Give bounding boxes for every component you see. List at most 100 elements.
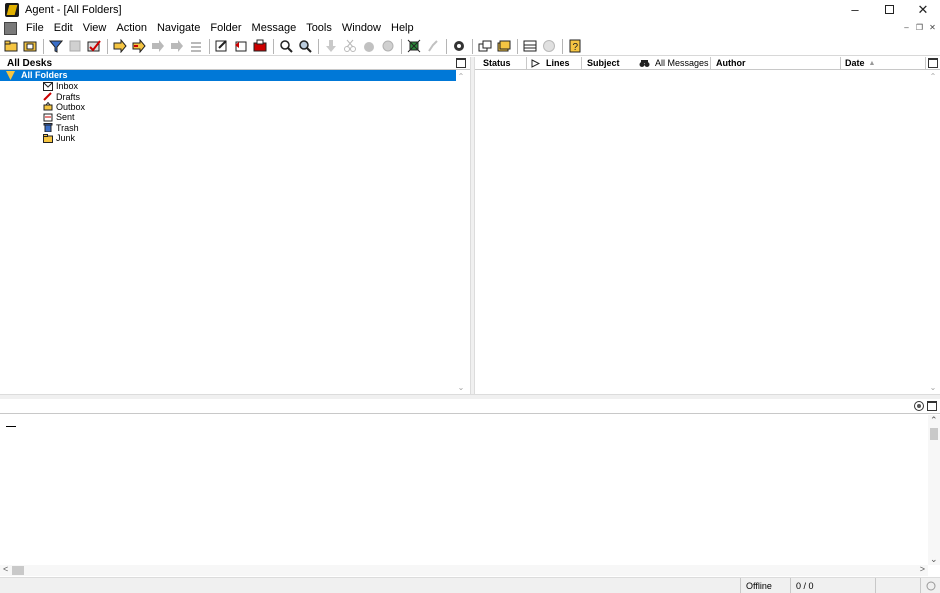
search-button[interactable]: [277, 38, 295, 55]
mdi-close-icon[interactable]: ✕: [927, 22, 938, 33]
filter-button[interactable]: [47, 38, 65, 55]
book-button[interactable]: [66, 38, 84, 55]
menu-window[interactable]: Window: [337, 22, 386, 34]
toolbar-separator: [562, 38, 563, 54]
sort-ascending-icon: ▲: [868, 59, 876, 67]
scrollbar-thumb[interactable]: [930, 428, 938, 440]
menu-message[interactable]: Message: [247, 22, 302, 34]
watch-button[interactable]: [360, 38, 378, 55]
skip-button[interactable]: [187, 38, 205, 55]
desk-button[interactable]: [21, 38, 39, 55]
tree-root-all-folders[interactable]: All Folders: [0, 70, 456, 81]
column-author[interactable]: Author: [711, 57, 841, 69]
ignore-button[interactable]: [379, 38, 397, 55]
maximize-icon: [884, 5, 894, 14]
options-circle-icon[interactable]: [914, 401, 924, 411]
column-lines[interactable]: Lines: [527, 57, 582, 69]
menu-file[interactable]: File: [21, 22, 49, 34]
column-date[interactable]: Date ▲: [841, 57, 926, 69]
globe-button[interactable]: [540, 38, 558, 55]
menu-help[interactable]: Help: [386, 22, 419, 34]
connect-button[interactable]: [424, 38, 442, 55]
retrieve-button[interactable]: [322, 38, 340, 55]
menu-folder[interactable]: Folder: [205, 22, 246, 34]
folder-sent[interactable]: Sent: [0, 112, 470, 122]
preview-horizontal-scrollbar[interactable]: < >: [0, 564, 928, 576]
open-folder-button[interactable]: [2, 38, 20, 55]
funnel-icon: [49, 40, 63, 53]
menu-navigate[interactable]: Navigate: [152, 22, 205, 34]
folder-trash[interactable]: Trash: [0, 123, 470, 133]
expand-triangle-icon[interactable]: [6, 71, 15, 80]
folder-label: Outbox: [56, 101, 86, 112]
options-button[interactable]: [450, 38, 468, 55]
column-status[interactable]: Status: [475, 57, 527, 69]
compose-button[interactable]: [213, 38, 231, 55]
trash-icon: [43, 123, 53, 133]
search-again-button[interactable]: [296, 38, 314, 55]
folder-junk[interactable]: Junk: [0, 133, 470, 143]
status-offline[interactable]: Offline: [740, 578, 790, 593]
folder-drafts[interactable]: Drafts: [0, 91, 470, 102]
online-button[interactable]: [405, 38, 423, 55]
message-list-vertical-scrollbar[interactable]: ⌃ ⌄: [928, 70, 938, 394]
network-icon: [407, 39, 421, 53]
mark-read-icon: [87, 40, 101, 52]
column-all-messages[interactable]: All Messages: [637, 57, 711, 69]
message-list-header: Status Lines Subject All Messages Author…: [475, 57, 940, 70]
document-menu-icon[interactable]: [4, 21, 17, 35]
mdi-restore-icon[interactable]: ❐: [914, 22, 925, 33]
folder-outbox[interactable]: Outbox: [0, 102, 470, 112]
scroll-left-icon[interactable]: <: [3, 564, 8, 574]
junk-folder-icon: [43, 133, 53, 143]
column-subject[interactable]: Subject: [582, 57, 637, 69]
maximize-button[interactable]: [872, 0, 906, 19]
scroll-down-icon[interactable]: ⌄: [930, 554, 938, 565]
next-unread-button[interactable]: [149, 38, 167, 55]
toolbar-separator: [43, 38, 44, 54]
folders-vertical-scrollbar[interactable]: ⌃ ⌄: [456, 70, 466, 394]
layout-button[interactable]: [521, 38, 539, 55]
forward-button[interactable]: [130, 38, 148, 55]
resize-grip-icon[interactable]: [920, 578, 940, 593]
toolbar-separator: [273, 38, 274, 54]
new-window-button[interactable]: [476, 38, 494, 55]
agent-app-icon[interactable]: [5, 2, 19, 17]
status-counts: 0 / 0: [790, 578, 875, 593]
close-button[interactable]: ✕: [906, 0, 940, 19]
menu-action[interactable]: Action: [111, 22, 152, 34]
menu-view[interactable]: View: [78, 22, 112, 34]
scroll-down-icon[interactable]: ⌄: [456, 383, 466, 392]
tree-root-label: All Folders: [21, 70, 68, 80]
scroll-up-icon[interactable]: ⌃: [930, 415, 938, 426]
menu-bar: File Edit View Action Navigate Folder Me…: [0, 20, 940, 36]
menu-edit[interactable]: Edit: [49, 22, 78, 34]
scroll-right-icon[interactable]: >: [920, 564, 925, 574]
help-button[interactable]: ?: [566, 38, 584, 55]
maximize-pane-icon[interactable]: [928, 58, 938, 68]
folders-button[interactable]: [495, 38, 513, 55]
next-button[interactable]: [111, 38, 129, 55]
column-label: Author: [716, 57, 746, 68]
scroll-up-icon[interactable]: ⌃: [456, 72, 466, 81]
minimize-button[interactable]: –: [838, 0, 872, 19]
scrollbar-thumb[interactable]: [12, 566, 24, 575]
send-button[interactable]: [251, 38, 269, 55]
maximize-pane-icon[interactable]: [927, 401, 937, 411]
mark-read-button[interactable]: [85, 38, 103, 55]
status-mode-text: Offline: [746, 581, 772, 591]
pane-title: All Desks: [7, 58, 53, 69]
menu-tools[interactable]: Tools: [301, 22, 337, 34]
reply-button[interactable]: [232, 38, 250, 55]
folder-inbox[interactable]: Inbox: [0, 81, 470, 91]
next-thread-button[interactable]: [168, 38, 186, 55]
message-preview-pane[interactable]: [0, 415, 928, 565]
scroll-down-icon[interactable]: ⌄: [928, 383, 938, 392]
cut-thread-button[interactable]: [341, 38, 359, 55]
preview-vertical-scrollbar[interactable]: ⌃ ⌄: [928, 415, 940, 565]
scroll-up-icon[interactable]: ⌃: [928, 72, 938, 81]
mdi-minimize-icon[interactable]: –: [901, 22, 912, 33]
envelope-icon: [43, 81, 53, 91]
help-icon: ?: [569, 39, 581, 53]
maximize-pane-icon[interactable]: [456, 58, 466, 68]
